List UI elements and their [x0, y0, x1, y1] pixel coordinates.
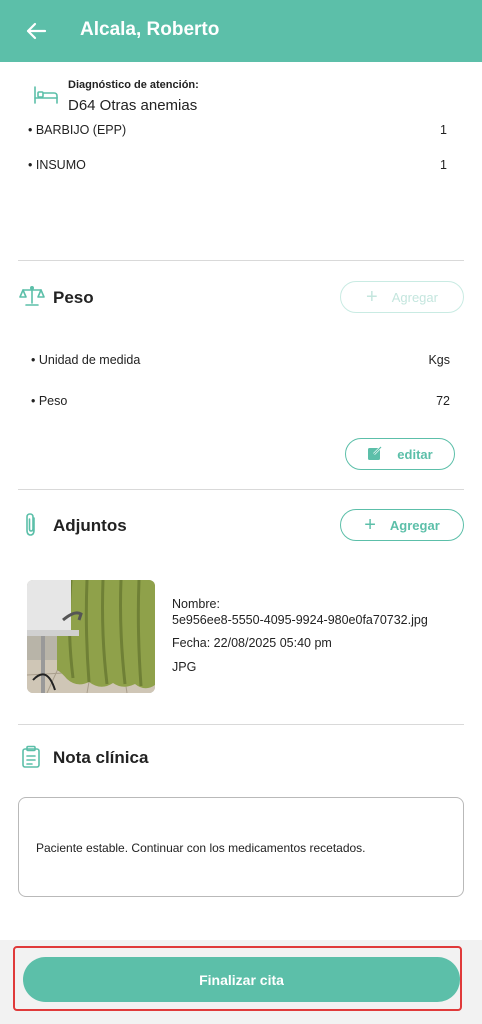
- weight-row-label: • Unidad de medida: [31, 353, 141, 367]
- supply-item-qty: 1: [440, 123, 447, 137]
- edit-icon: [367, 445, 383, 464]
- back-arrow-icon[interactable]: [22, 17, 50, 45]
- clinical-note-title: Nota clínica: [53, 748, 149, 767]
- scale-icon: [19, 285, 45, 312]
- clinical-note-text: Paciente estable. Continuar con los medi…: [36, 841, 366, 855]
- attachment-type: JPG: [172, 660, 197, 674]
- attachment-name-label: Nombre:: [172, 597, 220, 611]
- clipboard-icon: [21, 745, 41, 774]
- edit-weight-label: editar: [397, 446, 433, 462]
- add-weight-button[interactable]: + Agregar: [340, 281, 464, 313]
- weight-row-value: Kgs: [428, 353, 450, 367]
- attachment-thumbnail[interactable]: [27, 580, 155, 693]
- attachment-date: Fecha: 22/08/2025 05:40 pm: [172, 636, 332, 650]
- plus-icon: +: [366, 286, 378, 308]
- supply-item-qty: 1: [440, 158, 447, 172]
- weight-row-value: 72: [436, 394, 450, 408]
- add-weight-label: Agregar: [391, 289, 438, 305]
- supply-item-name: • BARBIJO (EPP): [28, 123, 127, 137]
- weight-row-label: • Peso: [31, 394, 68, 408]
- section-divider: [18, 489, 464, 490]
- bed-icon: [33, 85, 59, 110]
- plus-icon: +: [364, 514, 376, 536]
- diagnosis-label: Diagnóstico de atención:: [68, 79, 199, 91]
- attachment-file-name: 5e956ee8-5550-4095-9924-980e0fa70732.jpg: [172, 613, 428, 627]
- edit-weight-button[interactable]: editar: [345, 438, 455, 470]
- finalize-appointment-button[interactable]: Finalizar cita: [23, 957, 460, 1002]
- section-divider: [18, 260, 464, 261]
- add-attachment-button[interactable]: + Agregar: [340, 509, 464, 541]
- paperclip-icon: [22, 512, 40, 543]
- app-bar: Alcala, Roberto: [0, 0, 482, 62]
- patient-name-title: Alcala, Roberto: [80, 19, 220, 40]
- section-divider: [18, 724, 464, 725]
- clinical-note-textarea[interactable]: Paciente estable. Continuar con los medi…: [18, 797, 464, 897]
- weight-section-title: Peso: [53, 288, 94, 307]
- attachments-section-title: Adjuntos: [53, 516, 127, 535]
- diagnosis-value: D64 Otras anemias: [68, 97, 198, 114]
- add-attachment-label: Agregar: [389, 517, 440, 533]
- supply-item-name: • INSUMO: [28, 158, 86, 172]
